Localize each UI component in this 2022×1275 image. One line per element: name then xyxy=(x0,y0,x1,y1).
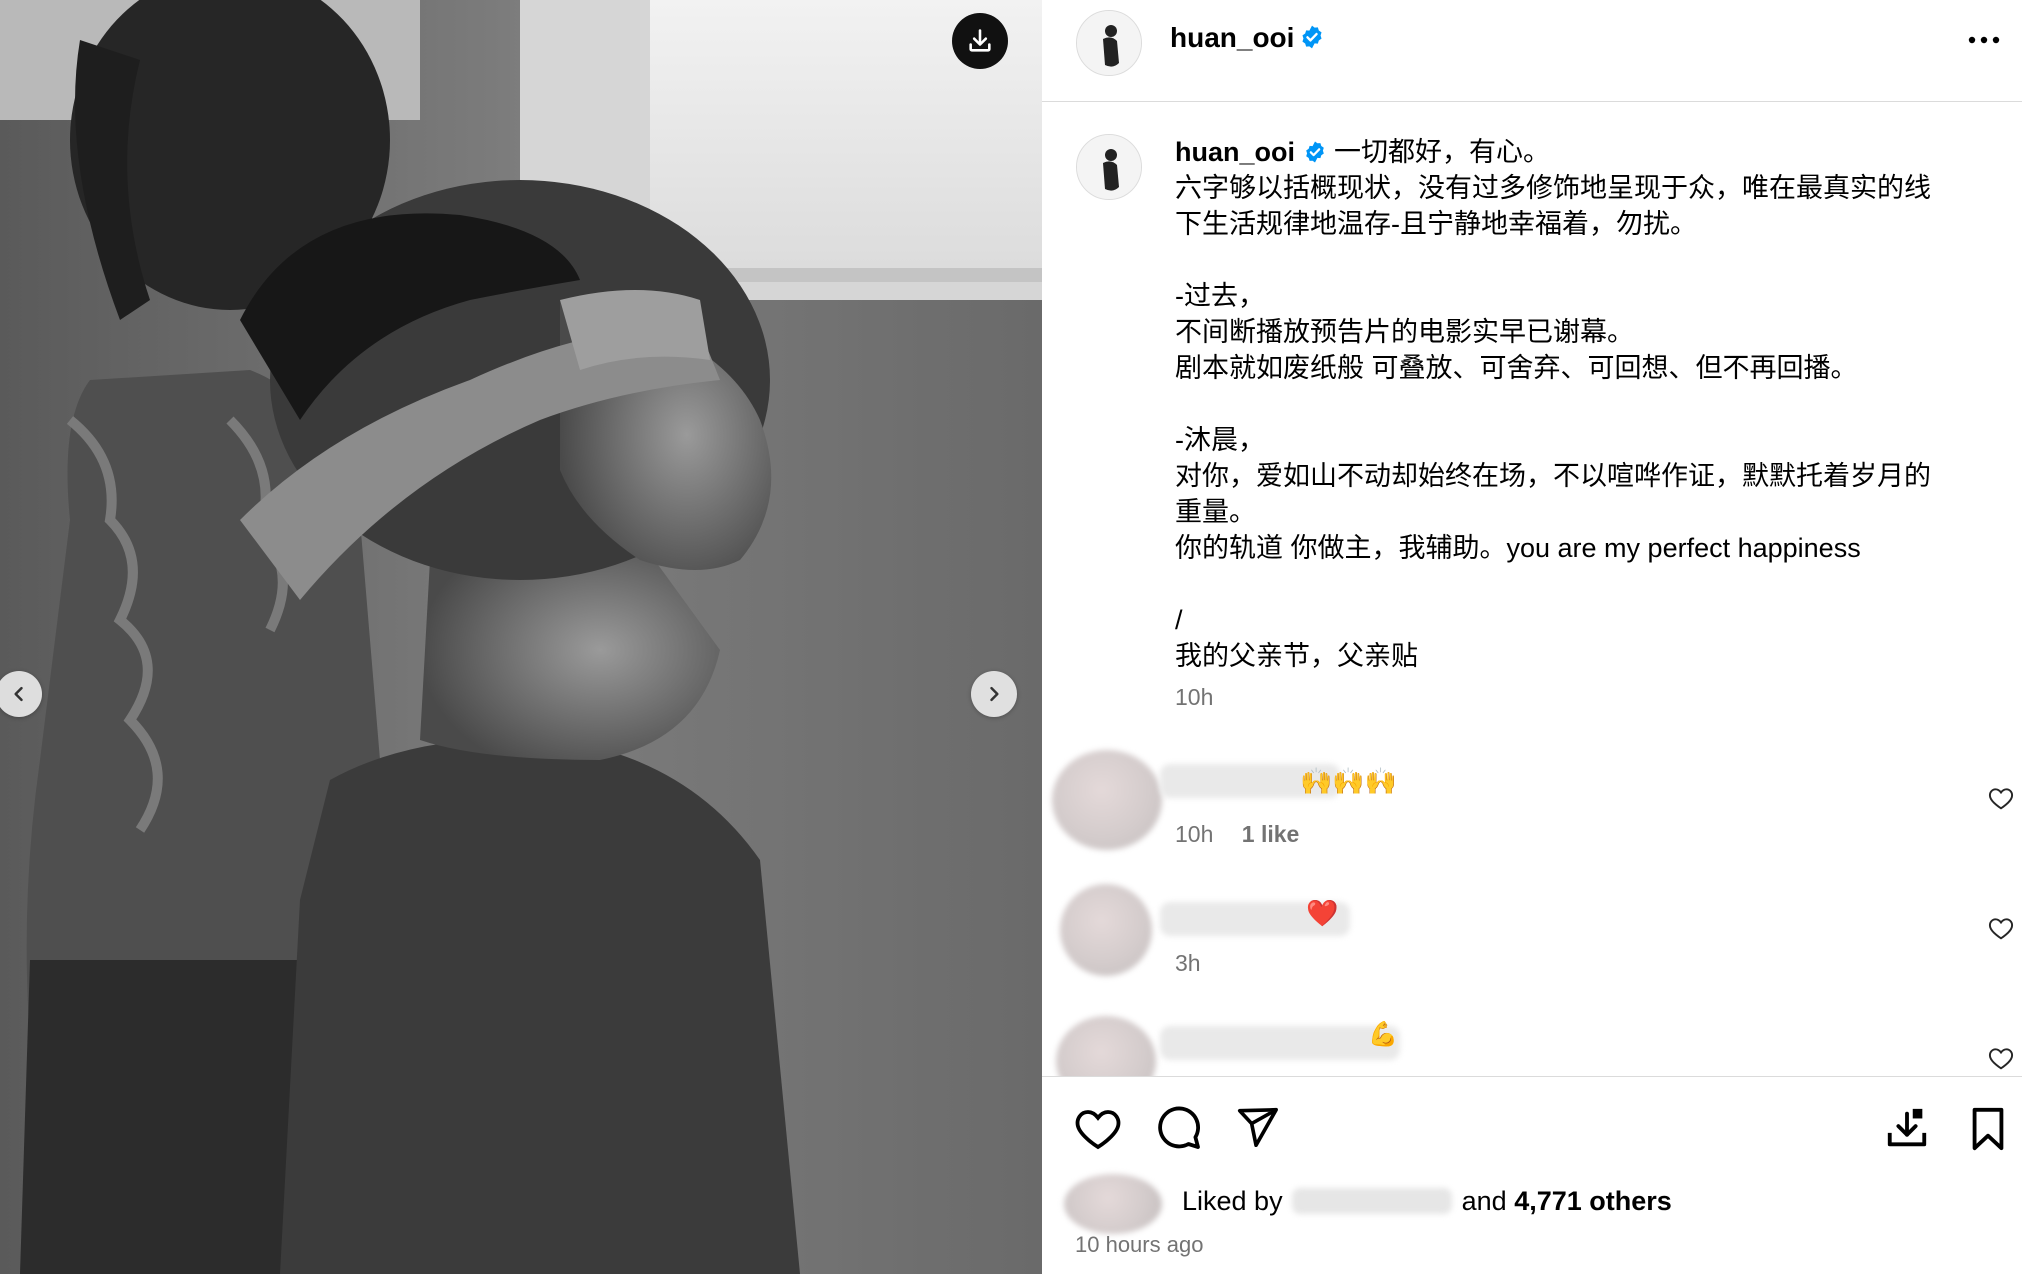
liked-by-and: and xyxy=(1461,1186,1507,1216)
verified-badge-icon xyxy=(1305,141,1324,163)
caption-line: 不间断播放预告片的电影实早已谢幕。 xyxy=(1175,317,1634,347)
save-to-device-icon[interactable] xyxy=(1884,1106,1930,1152)
caption-line: 对你，爱如山不动却始终在场，不以喧哗作证，默默托着岁月的 xyxy=(1175,461,1931,491)
caption-line: 我的父亲节，父亲贴 xyxy=(1175,641,1418,671)
download-button[interactable] xyxy=(952,13,1008,69)
more-horizontal-icon[interactable] xyxy=(1966,30,2002,50)
comment-like-heart-icon[interactable] xyxy=(1988,1046,2014,1070)
commenter-avatar[interactable] xyxy=(1056,1016,1156,1076)
comment-meta: 10h 1 like xyxy=(1175,821,1299,848)
caption-username[interactable]: huan_ooi xyxy=(1175,137,1295,167)
chevron-right-icon xyxy=(990,686,999,702)
caption-line: -沐晨， xyxy=(1175,425,1265,455)
like-heart-icon[interactable] xyxy=(1074,1106,1122,1150)
avatar-silhouette-icon xyxy=(1077,135,1141,199)
post-photo xyxy=(0,0,1042,1274)
author-avatar[interactable] xyxy=(1076,10,1142,76)
commenter-avatar[interactable] xyxy=(1060,884,1152,976)
post-panel: huan_ooi huan_ooi 一切都好，有心。 六字够以括概现状，没有过多 xyxy=(1042,0,2022,1274)
caption-text: 一切都好，有心。 xyxy=(1334,137,1551,167)
comment-like-heart-icon[interactable] xyxy=(1988,786,2014,810)
caption-author-avatar[interactable] xyxy=(1076,134,1142,200)
comment-row-partial: 💪 xyxy=(1042,1000,2022,1076)
post-caption: huan_ooi 一切都好，有心。 六字够以括概现状，没有过多修饰地呈现于众，唯… xyxy=(1175,134,1975,711)
comment-text: 🙌🙌🙌 xyxy=(1300,766,1398,796)
caption-first-line: huan_ooi 一切都好，有心。 xyxy=(1175,134,1975,170)
avatar-silhouette-icon xyxy=(1077,11,1141,75)
liker-username-blurred[interactable] xyxy=(1292,1188,1453,1214)
commenter-avatar[interactable] xyxy=(1052,750,1162,850)
send-icon[interactable] xyxy=(1234,1104,1280,1150)
liked-by-count[interactable]: 4,771 others xyxy=(1514,1186,1672,1216)
caption-line: 你的轨道 你做主，我辅助。you are my perfect happines… xyxy=(1175,533,1861,563)
liked-by-summary: Liked by and 4,771 others xyxy=(1182,1186,1672,1217)
post-header: huan_ooi xyxy=(1042,0,2022,102)
liker-avatar-blurred[interactable] xyxy=(1064,1174,1162,1234)
comment-meta: 3h xyxy=(1175,950,1201,977)
caption-line: -过去， xyxy=(1175,281,1265,311)
post-timestamp[interactable]: 10 hours ago xyxy=(1075,1232,1203,1258)
post-media[interactable] xyxy=(0,0,1042,1274)
caption-line: 重量。 xyxy=(1175,497,1256,527)
caption-line: 剧本就如废纸般 可叠放、可舍弃、可回想、但不再回播。 xyxy=(1175,353,1858,383)
chevron-left-icon xyxy=(14,686,23,702)
caption-timestamp[interactable]: 10h xyxy=(1175,684,1975,711)
download-icon xyxy=(969,29,991,52)
comment-like-heart-icon[interactable] xyxy=(1988,916,2014,940)
verified-badge-icon xyxy=(1302,25,1322,49)
liked-by-prefix: Liked by xyxy=(1182,1186,1283,1216)
next-photo-button[interactable] xyxy=(971,671,1017,717)
caption-line: / xyxy=(1175,605,1183,635)
comment-text: ❤️ xyxy=(1306,898,1339,928)
comment-icon[interactable] xyxy=(1154,1104,1202,1152)
comment-text: 💪 xyxy=(1368,1021,1398,1048)
comment-likes[interactable]: 1 like xyxy=(1242,821,1300,847)
commenter-username-blurred[interactable] xyxy=(1160,1026,1400,1060)
comment-time[interactable]: 10h xyxy=(1175,821,1213,847)
header-username[interactable]: huan_ooi xyxy=(1170,22,1294,53)
bookmark-icon[interactable] xyxy=(1968,1106,2008,1152)
caption-line: 下生活规律地温存-且宁静地幸福着，勿扰。 xyxy=(1175,209,1697,239)
comment-time[interactable]: 3h xyxy=(1175,950,1201,976)
caption-line: 六字够以括概现状，没有过多修饰地呈现于众，唯在最真实的线 xyxy=(1175,173,1931,203)
